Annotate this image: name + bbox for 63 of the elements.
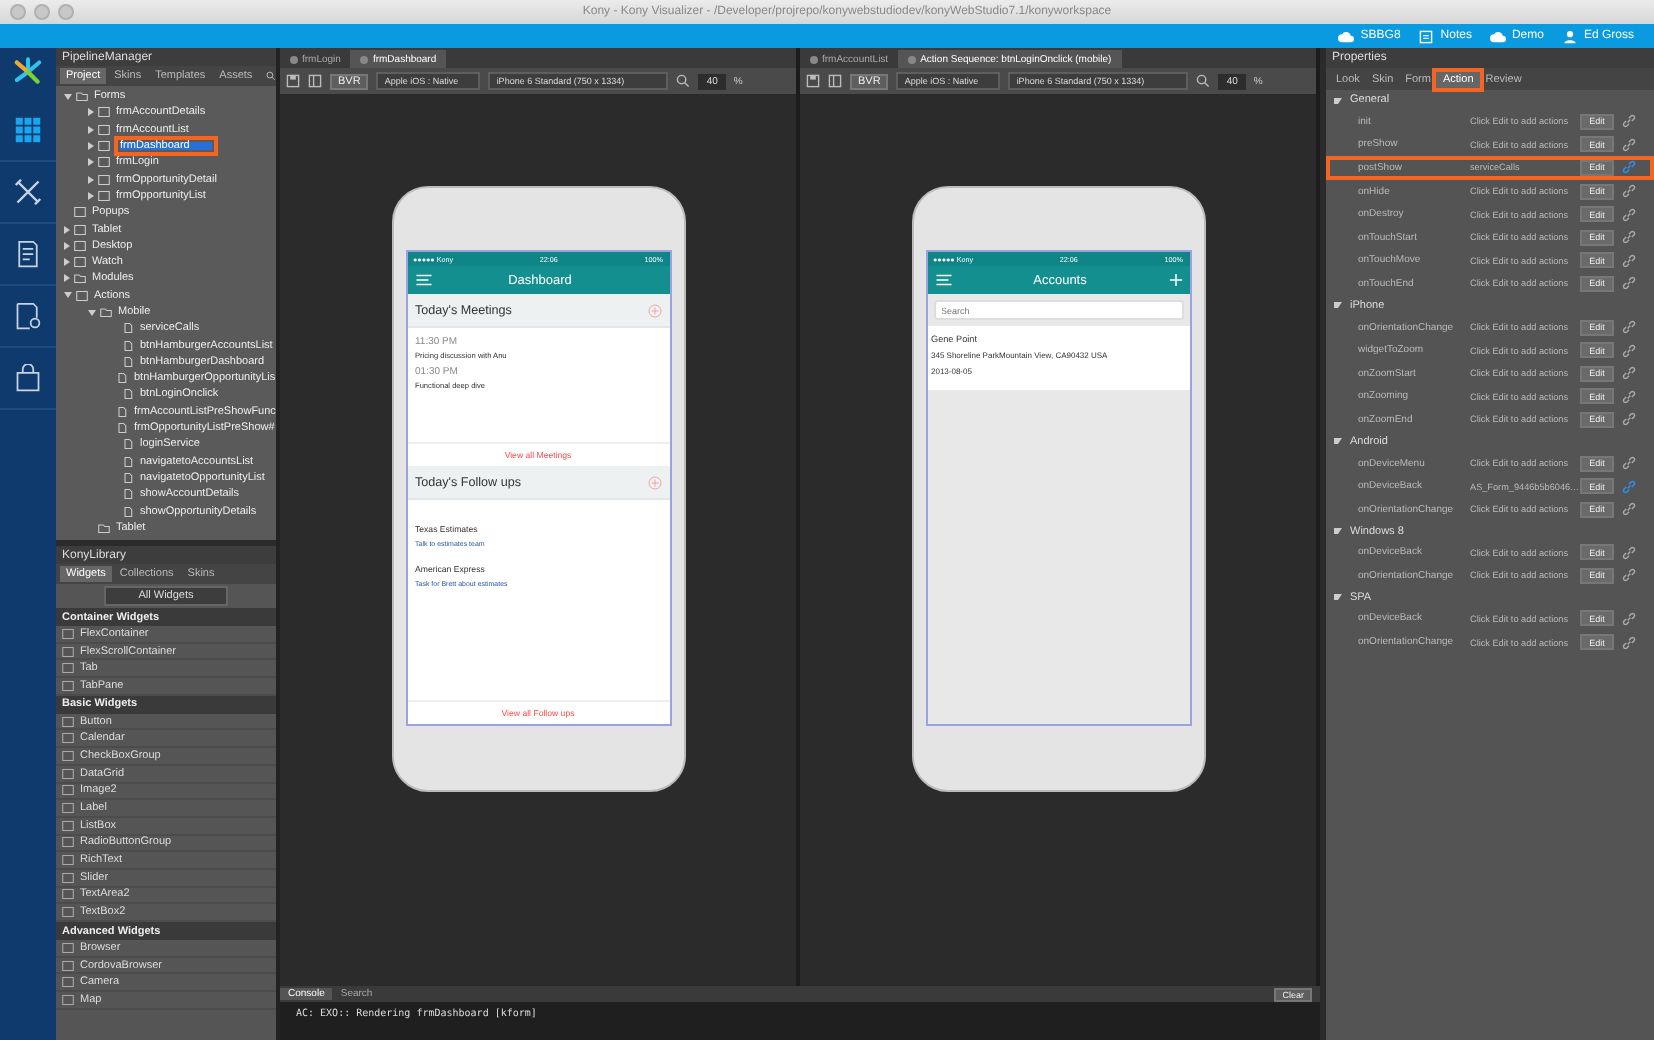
link-icon[interactable] xyxy=(1622,568,1636,583)
link-icon[interactable] xyxy=(1622,207,1636,222)
folder-icon xyxy=(76,90,88,103)
expand-arrow-icon[interactable] xyxy=(64,292,72,299)
link-icon[interactable] xyxy=(1622,320,1636,335)
link-icon[interactable] xyxy=(1622,137,1636,152)
expand-arrow-icon[interactable] xyxy=(88,158,94,167)
link-icon[interactable] xyxy=(1622,502,1636,517)
expand-arrow-icon[interactable] xyxy=(88,125,94,134)
menu-icon[interactable] xyxy=(415,274,431,286)
shopping-bag-icon xyxy=(14,364,42,392)
save-icon[interactable] xyxy=(806,74,820,88)
expand-arrow-icon[interactable] xyxy=(88,142,94,151)
preview-icon[interactable] xyxy=(308,74,322,88)
expand-arrow-icon[interactable] xyxy=(64,258,70,267)
notes-icon xyxy=(1418,29,1435,43)
save-icon[interactable] xyxy=(286,74,300,88)
collapse-arrow-icon[interactable] xyxy=(1334,528,1342,534)
add-icon[interactable] xyxy=(1169,274,1181,286)
collapse-arrow-icon[interactable] xyxy=(1334,302,1342,309)
expand-arrow-icon[interactable] xyxy=(64,274,70,283)
folder-icon xyxy=(98,521,110,534)
link-icon[interactable] xyxy=(1622,343,1636,358)
document-gear-icon xyxy=(14,302,42,330)
expand-arrow-icon[interactable] xyxy=(88,309,96,315)
link-icon[interactable] xyxy=(1622,230,1636,245)
tools-icon xyxy=(14,178,42,206)
grid-icon xyxy=(14,116,42,144)
link-icon[interactable] xyxy=(1622,160,1636,175)
link-icon[interactable] xyxy=(1622,184,1636,199)
link-icon[interactable] xyxy=(1622,114,1636,129)
link-icon[interactable] xyxy=(1622,545,1636,560)
preview-icon[interactable] xyxy=(828,74,842,88)
link-icon[interactable] xyxy=(1622,412,1636,427)
expand-arrow-icon[interactable] xyxy=(64,225,70,234)
zoom-icon[interactable] xyxy=(1196,74,1211,88)
folder-icon xyxy=(100,306,112,318)
expand-arrow-icon[interactable] xyxy=(88,175,94,184)
link-icon[interactable] xyxy=(1622,456,1636,471)
menu-icon[interactable] xyxy=(935,274,951,286)
link-icon[interactable] xyxy=(1622,389,1636,404)
link-icon[interactable] xyxy=(1622,253,1636,268)
expand-arrow-icon[interactable] xyxy=(64,241,70,250)
expand-arrow-icon[interactable] xyxy=(88,108,94,117)
link-icon[interactable] xyxy=(1622,366,1636,381)
user-icon xyxy=(1561,29,1578,43)
link-icon[interactable] xyxy=(1622,635,1636,650)
collapse-arrow-icon[interactable] xyxy=(1334,438,1342,445)
app-logo-icon xyxy=(12,56,44,88)
zoom-icon[interactable] xyxy=(676,74,691,88)
expand-arrow-icon[interactable] xyxy=(64,93,72,100)
collapse-arrow-icon[interactable] xyxy=(1334,594,1342,601)
document-icon xyxy=(14,240,42,268)
search-icon[interactable] xyxy=(266,70,276,82)
link-icon[interactable] xyxy=(1622,276,1636,291)
link-icon[interactable] xyxy=(1622,479,1636,494)
cloud-icon xyxy=(1489,29,1506,43)
link-icon[interactable] xyxy=(1622,611,1636,626)
device-icon xyxy=(76,289,88,302)
collapse-arrow-icon[interactable] xyxy=(1334,97,1342,103)
folder-icon xyxy=(74,272,86,285)
cloud-icon xyxy=(1338,29,1355,43)
expand-arrow-icon[interactable] xyxy=(88,191,94,200)
